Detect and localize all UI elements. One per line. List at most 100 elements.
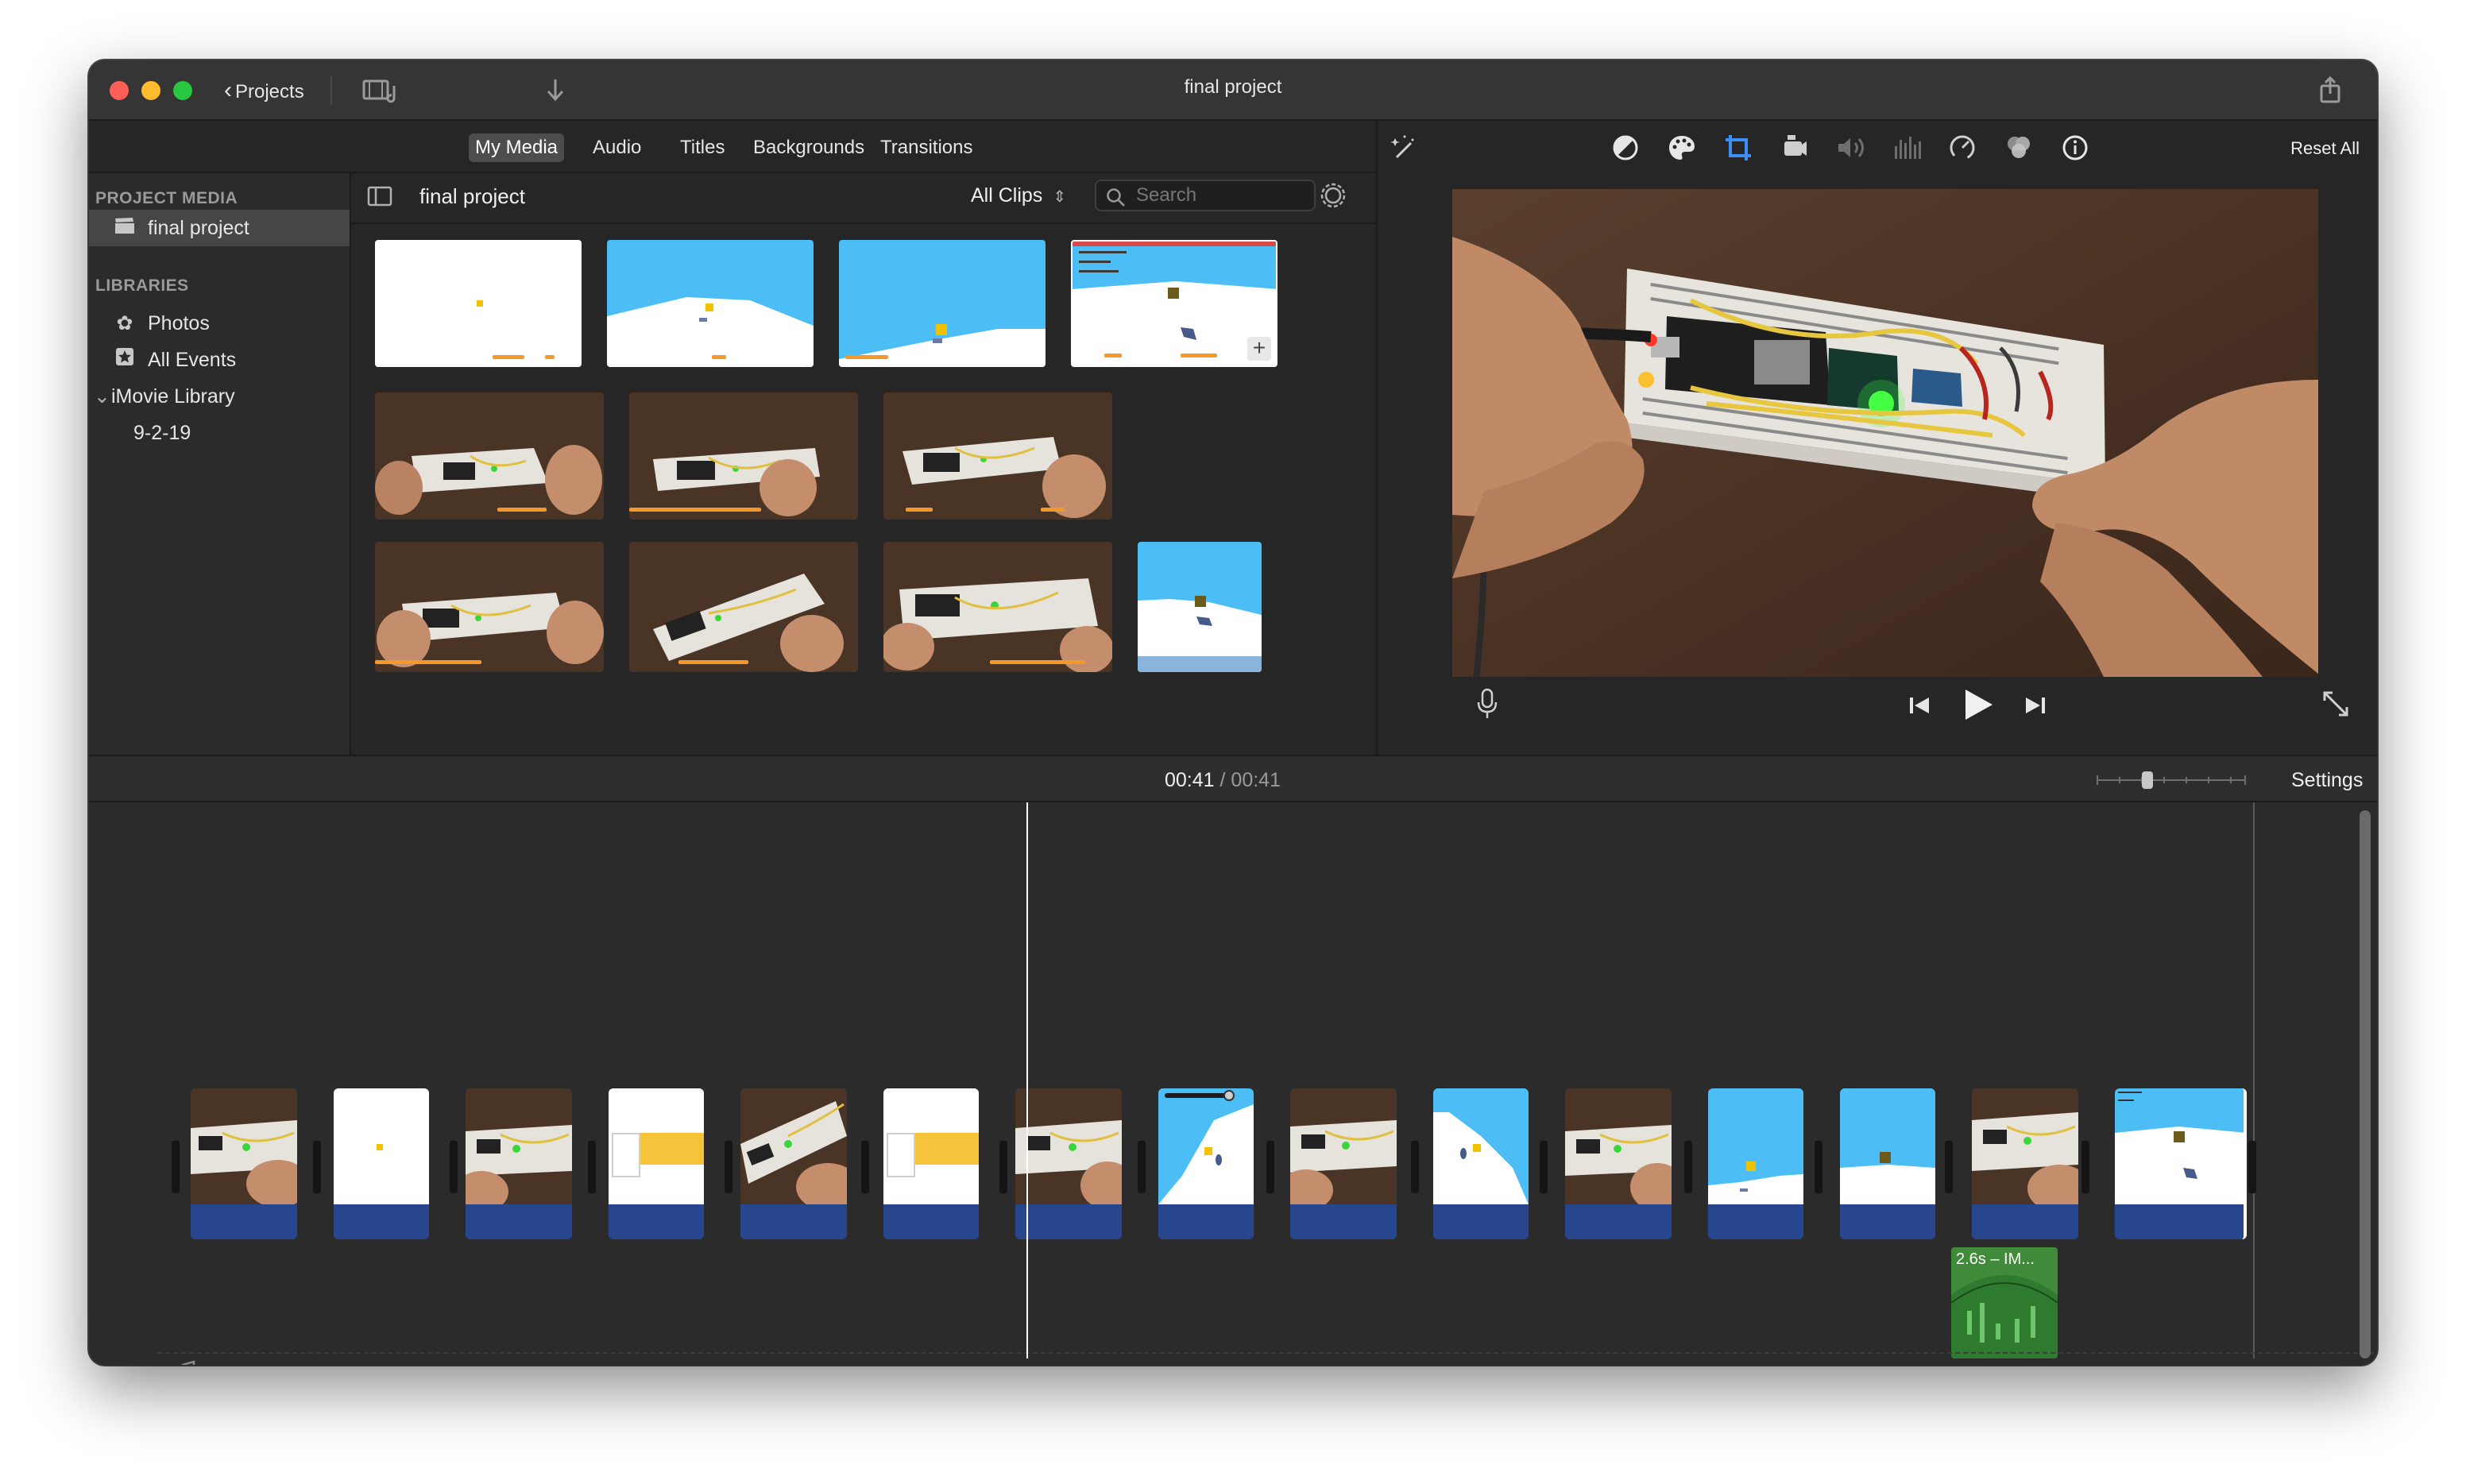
background-music-well[interactable] (157, 1352, 2377, 1365)
timeline-area[interactable]: 2.6s – IM... (89, 802, 2377, 1365)
timeline-clip[interactable] (2115, 1088, 2247, 1239)
color-correction-palette-icon[interactable] (1667, 133, 1697, 166)
timeline-clip[interactable] (466, 1088, 572, 1239)
volume-icon[interactable] (1835, 133, 1867, 166)
timeline-clip[interactable] (1158, 1088, 1254, 1239)
zoom-slider-thumb (2142, 771, 2153, 789)
media-clip-thumbnail[interactable] (1138, 542, 1262, 672)
window-title: final project (1184, 76, 1282, 98)
color-balance-icon[interactable] (1611, 133, 1640, 166)
browser-header: final project All Clips ⇕ (351, 173, 1376, 224)
sidebar-toggle-icon[interactable] (367, 186, 392, 211)
speed-gauge-icon[interactable] (1948, 133, 1977, 166)
search-input[interactable] (1136, 184, 1311, 207)
clip-filter-value: All Clips (971, 184, 1043, 207)
timeline-clip[interactable] (1290, 1088, 1397, 1239)
media-clip-thumbnail[interactable] (883, 542, 1112, 672)
add-to-project-icon[interactable]: + (1247, 337, 1271, 361)
timeline-zoom-slider[interactable] (2096, 771, 2247, 790)
filter-circles-icon[interactable] (2004, 133, 2034, 166)
stabilization-camera-icon[interactable] (1780, 133, 1808, 166)
media-clip-thumbnail[interactable] (375, 392, 604, 520)
timeline-clip[interactable] (1015, 1088, 1122, 1239)
crop-icon[interactable] (1724, 133, 1753, 166)
search-field[interactable] (1095, 180, 1316, 211)
sidebar-item-all-events[interactable]: All Events (89, 342, 350, 378)
transition-marker[interactable] (588, 1141, 596, 1193)
timeline-clip[interactable] (334, 1088, 429, 1239)
transition-marker[interactable] (1945, 1141, 1953, 1193)
project-end-marker (2253, 802, 2255, 1358)
transition-marker[interactable] (313, 1141, 321, 1193)
audio-clip[interactable]: 2.6s – IM... (1951, 1247, 2058, 1358)
timeline-clip[interactable] (1433, 1088, 1529, 1239)
sidebar-item-final-project[interactable]: final project (89, 210, 350, 246)
clip-trim-handle[interactable] (1223, 1090, 1235, 1101)
viewer-panel (1376, 173, 2377, 755)
timeline-clip[interactable] (740, 1088, 847, 1239)
media-clip-thumbnail[interactable] (375, 240, 582, 367)
transition-marker[interactable] (1684, 1141, 1692, 1193)
timeline-settings-button[interactable]: Settings (2291, 769, 2363, 792)
magic-wand-icon[interactable] (1389, 133, 1417, 166)
equalizer-icon[interactable] (1892, 133, 1923, 166)
search-icon (1106, 187, 1127, 212)
vertical-scrollbar[interactable] (2360, 810, 2371, 1358)
clip-filter-dropdown[interactable]: All Clips ⇕ (971, 184, 1066, 207)
timeline-clip[interactable] (1708, 1088, 1803, 1239)
sidebar-item-event-9-2-19[interactable]: 9-2-19 (89, 415, 350, 451)
music-note-icon (175, 1360, 197, 1365)
timeline-clip[interactable] (1840, 1088, 1935, 1239)
skip-back-icon[interactable] (1907, 694, 1932, 721)
sidebar-item-photos[interactable]: ✿ Photos (89, 305, 350, 342)
tab-titles[interactable]: Titles (674, 133, 731, 162)
play-icon[interactable] (1962, 688, 1994, 725)
viewer-toolbar: Reset All (1376, 121, 2377, 173)
transition-marker[interactable] (2081, 1141, 2089, 1193)
media-clip-thumbnail[interactable] (839, 240, 1046, 367)
transition-marker[interactable] (2248, 1141, 2256, 1193)
playhead[interactable] (1026, 802, 1028, 1358)
browser-tab-bar: My Media Audio Titles Backgrounds Transi… (89, 121, 1376, 173)
transition-marker[interactable] (172, 1141, 180, 1193)
timeline-clip[interactable] (191, 1088, 297, 1239)
timeline-clip[interactable] (1972, 1088, 2078, 1239)
sidebar-item-imovie-library[interactable]: ⌄iMovie Library (89, 378, 350, 415)
video-preview (1452, 189, 2318, 677)
info-icon[interactable] (2061, 133, 2089, 166)
transition-marker[interactable] (1540, 1141, 1548, 1193)
project-media-header: PROJECT MEDIA (95, 189, 238, 207)
timeline-clip[interactable] (883, 1088, 979, 1239)
tab-transitions[interactable]: Transitions (874, 133, 979, 162)
transition-marker[interactable] (725, 1141, 732, 1193)
disclosure-chevron-icon[interactable]: ⌄ (94, 378, 111, 415)
media-clip-thumbnail[interactable] (629, 542, 858, 672)
tab-backgrounds[interactable]: Backgrounds (747, 133, 871, 162)
reset-all-button[interactable]: Reset All (2290, 138, 2360, 159)
media-clip-thumbnail[interactable] (883, 392, 1112, 520)
transition-marker[interactable] (861, 1141, 869, 1193)
fullscreen-expand-icon[interactable] (2321, 690, 2350, 722)
timeline-header: 00:41 / 00:41 Settings (89, 755, 2377, 802)
audio-clip-label: 2.6s – IM... (1956, 1250, 2035, 1268)
transition-marker[interactable] (1138, 1141, 1146, 1193)
transition-marker[interactable] (1266, 1141, 1274, 1193)
microphone-icon[interactable] (1476, 688, 1498, 724)
tab-my-media[interactable]: My Media (469, 133, 565, 162)
media-clip-thumbnail[interactable] (375, 542, 604, 672)
transition-marker[interactable] (999, 1141, 1007, 1193)
timeline-clip[interactable] (609, 1088, 704, 1239)
title-bar: ‹ Projects final project (89, 60, 2377, 121)
skip-forward-icon[interactable] (2023, 694, 2048, 721)
gear-icon[interactable] (1319, 181, 1347, 214)
share-icon[interactable] (2318, 75, 2342, 109)
media-clip-thumbnail[interactable] (607, 240, 814, 367)
media-clip-thumbnail[interactable]: + (1071, 240, 1277, 367)
transition-marker[interactable] (1815, 1141, 1822, 1193)
tab-audio[interactable]: Audio (586, 133, 647, 162)
timeline-clip[interactable] (1565, 1088, 1672, 1239)
transition-marker[interactable] (450, 1141, 458, 1193)
transition-marker[interactable] (1411, 1141, 1419, 1193)
timecode: 00:41 / 00:41 (1165, 769, 1281, 792)
media-clip-thumbnail[interactable] (629, 392, 858, 520)
